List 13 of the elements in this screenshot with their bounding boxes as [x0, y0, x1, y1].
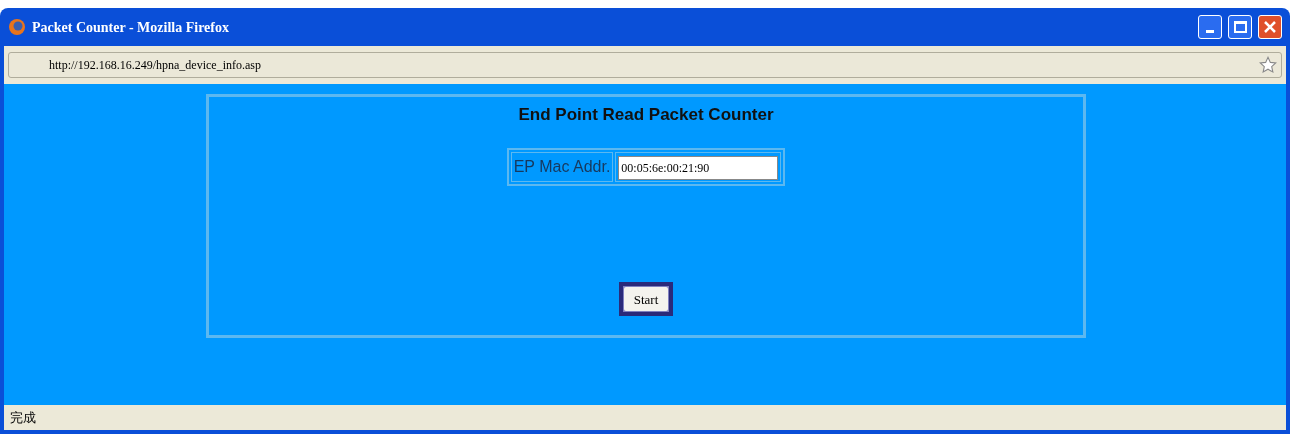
window-title: Packet Counter - Mozilla Firefox: [32, 18, 230, 37]
panel-title: End Point Read Packet Counter: [518, 104, 774, 126]
start-button[interactable]: Start: [623, 287, 669, 312]
address-field[interactable]: http://192.168.16.249/hpna_device_info.asp: [8, 52, 1282, 78]
maximize-button[interactable]: [1228, 15, 1252, 39]
close-button[interactable]: [1258, 15, 1282, 39]
mac-address-field[interactable]: 00:05:6e:00:21:90: [618, 156, 779, 180]
star-icon[interactable]: [1259, 56, 1277, 74]
status-text: 完成: [10, 408, 36, 427]
close-icon: [1263, 20, 1277, 34]
minimize-button[interactable]: [1198, 15, 1222, 39]
field-label: EP Mac Addr.: [510, 151, 614, 182]
browser-logo-icon: [8, 18, 26, 36]
